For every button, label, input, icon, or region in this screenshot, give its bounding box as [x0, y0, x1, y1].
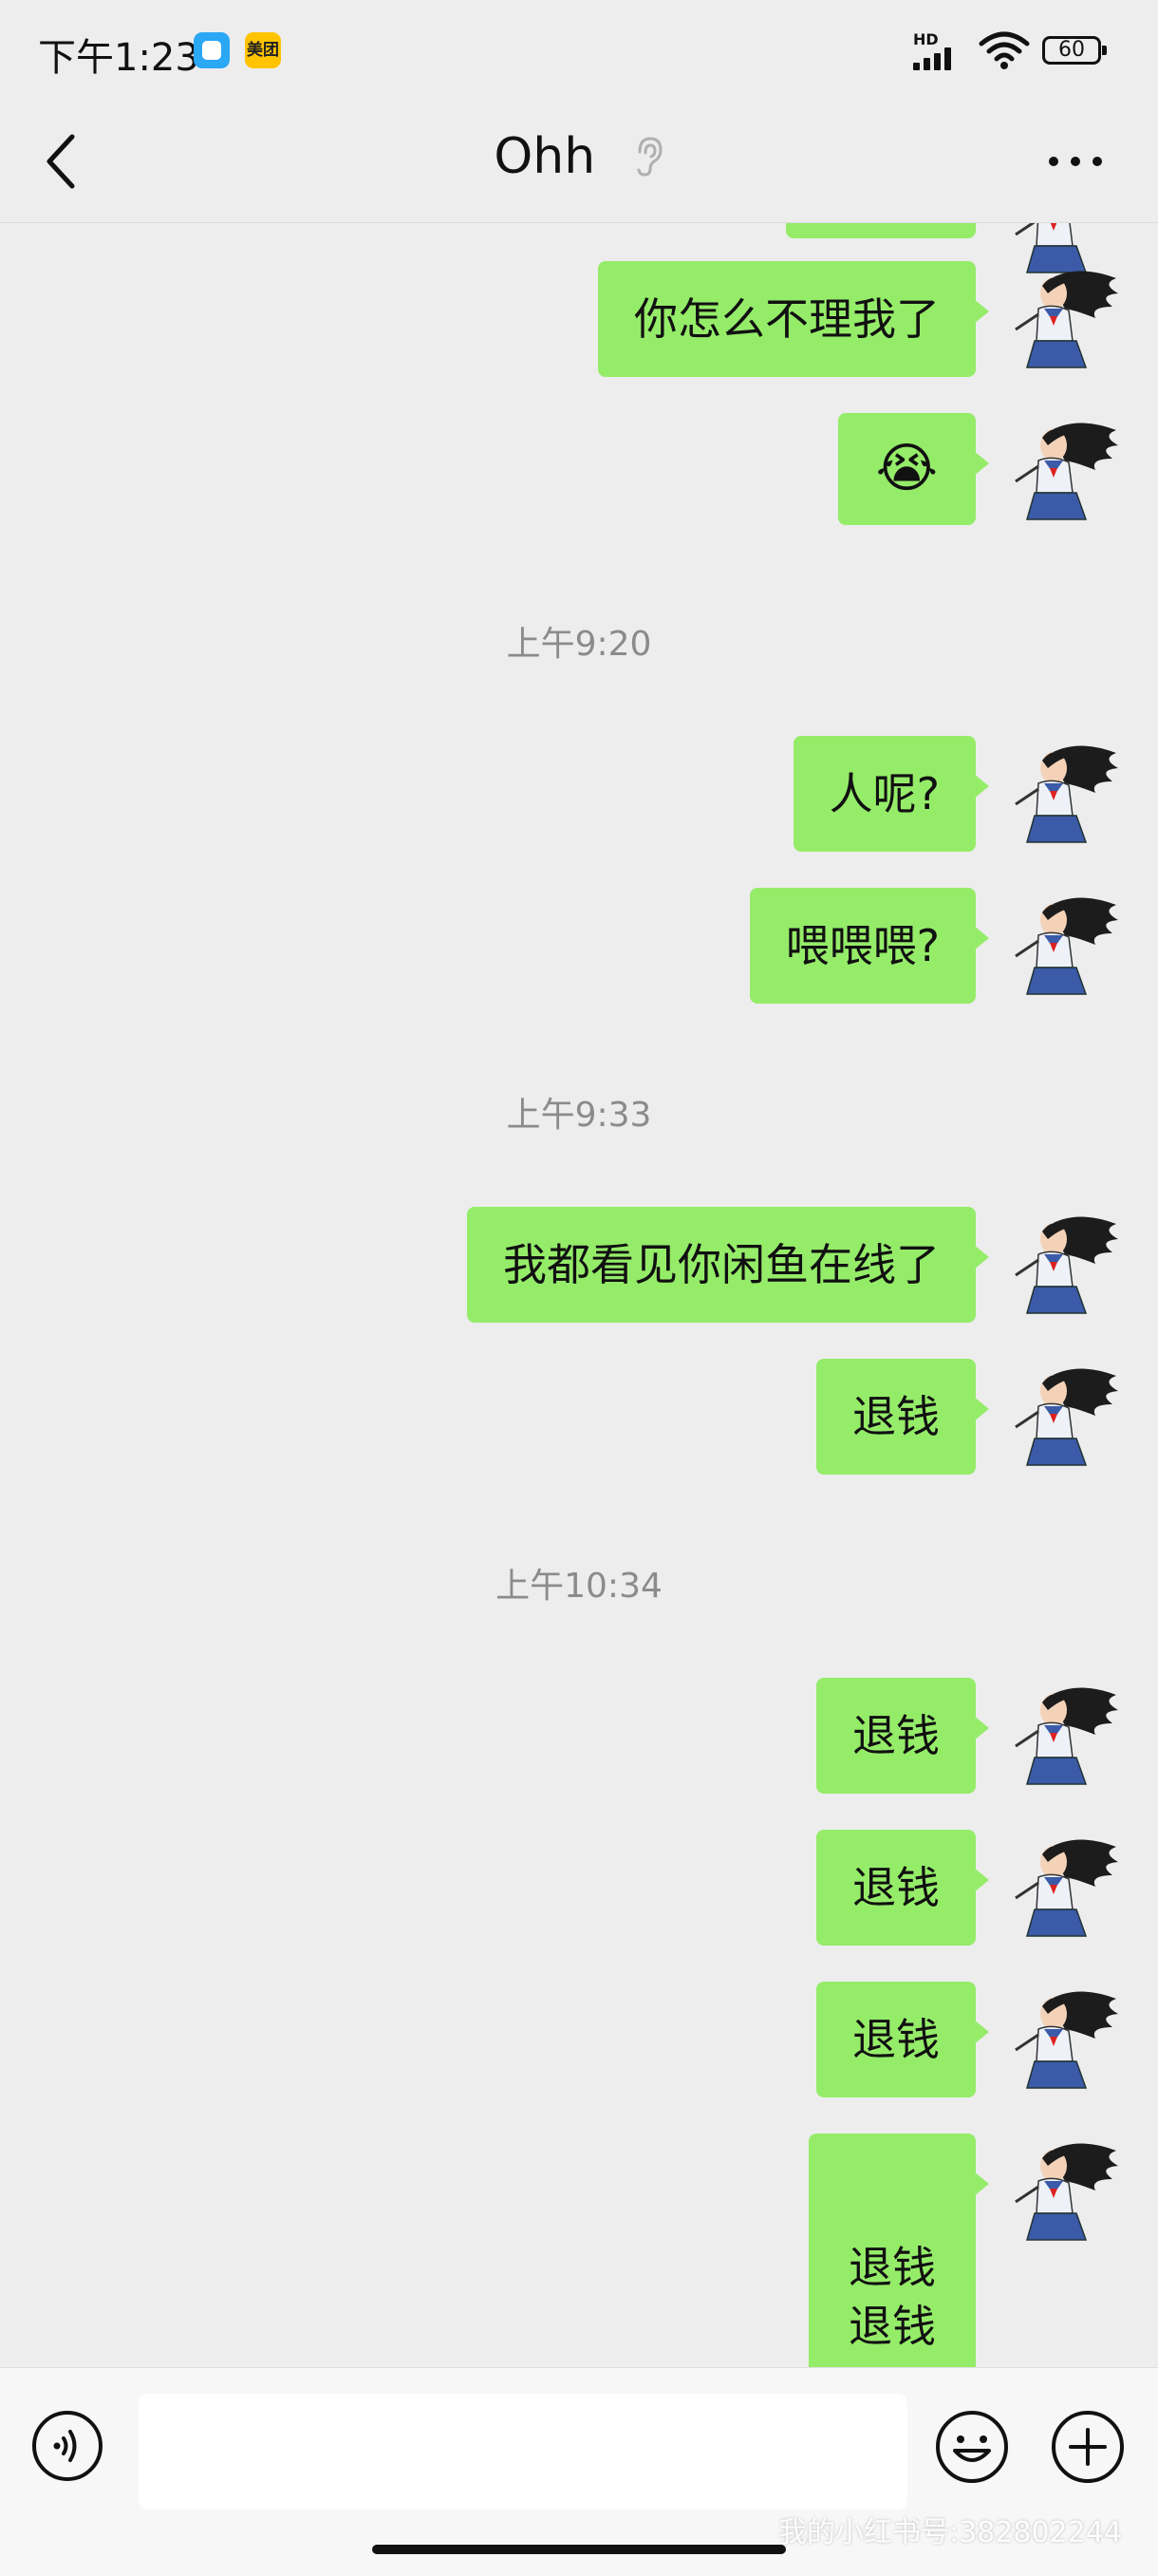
chat-title-container: Ohh	[0, 125, 1158, 185]
message-bubble-partial	[786, 223, 976, 238]
message-bubble[interactable]: 喂喂喂?	[749, 888, 990, 1004]
message-row: 😭	[0, 413, 1158, 536]
message-bubble[interactable]: 退钱	[816, 1359, 989, 1475]
user-avatar[interactable]	[1010, 261, 1124, 375]
emoji-message-bubble[interactable]: 😭	[837, 413, 990, 525]
user-avatar[interactable]	[1010, 1678, 1124, 1792]
more-functions-icon[interactable]	[1050, 2409, 1126, 2485]
user-avatar[interactable]	[1010, 1207, 1124, 1321]
message-bubble[interactable]: 退钱	[816, 1982, 989, 2097]
user-avatar[interactable]	[1010, 1830, 1124, 1944]
message-line: 退钱	[849, 2301, 936, 2352]
message-input[interactable]	[139, 2394, 907, 2510]
message-bubble[interactable]: 我都看见你闲鱼在线了	[467, 1207, 989, 1323]
message-row: 喂喂喂?	[0, 888, 1158, 1011]
earpiece-mode-icon	[637, 137, 663, 177]
hd-indicator: HD	[913, 30, 939, 48]
message-bubble[interactable]: 你怎么不理我了	[598, 261, 989, 377]
user-avatar[interactable]	[1010, 1359, 1124, 1473]
wifi-icon	[979, 31, 1030, 69]
message-row: 我都看见你闲鱼在线了	[0, 1207, 1158, 1330]
chat-message-list[interactable]: 你怎么不理我了 😭 上午9:20 人呢? 喂喂喂? 上午9:33 我都看见你闲鱼…	[0, 223, 1158, 2367]
home-indicator[interactable]	[372, 2545, 786, 2554]
more-options-icon[interactable]	[1042, 142, 1109, 180]
user-avatar[interactable]	[1010, 413, 1124, 527]
status-bar: 下午1:23 美团 HD 60	[0, 0, 1158, 104]
message-bubble[interactable]: 人呢?	[793, 736, 990, 852]
timestamp: 上午10:34	[495, 1567, 663, 1606]
message-row: 退钱 退钱	[0, 2134, 1158, 2367]
message-line: 退钱	[849, 2242, 936, 2293]
meituan-app-icon: 美团	[245, 32, 281, 68]
user-avatar[interactable]	[1010, 2134, 1124, 2247]
message-row: 退钱	[0, 1830, 1158, 1953]
message-row: 退钱	[0, 1359, 1158, 1482]
user-avatar[interactable]	[1010, 1982, 1124, 2096]
message-row: 人呢?	[0, 736, 1158, 859]
user-avatar[interactable]	[1010, 736, 1124, 850]
watermark: 我的小红书号:382802244	[778, 2516, 1122, 2549]
chat-header: Ohh	[0, 104, 1158, 223]
signal-icon	[913, 47, 970, 70]
message-bubble[interactable]: 退钱	[816, 1830, 989, 1946]
message-bubble-multiline[interactable]: 退钱 退钱	[809, 2134, 989, 2367]
message-row: 你怎么不理我了	[0, 261, 1158, 385]
timestamp: 上午9:33	[506, 1096, 652, 1135]
battery-icon: 60	[1042, 36, 1107, 65]
notification-app-icon	[194, 32, 230, 68]
status-time: 下午1:23	[38, 36, 199, 80]
message-row: 退钱	[0, 1678, 1158, 1801]
chat-title: Ohh	[494, 128, 596, 185]
user-avatar[interactable]	[1010, 888, 1124, 1002]
voice-input-icon[interactable]	[30, 2409, 104, 2483]
message-row: 退钱	[0, 1982, 1158, 2105]
loudly-crying-face-icon: 😭	[875, 438, 938, 499]
timestamp: 上午9:20	[506, 625, 652, 664]
emoji-icon[interactable]	[934, 2409, 1010, 2485]
message-bubble[interactable]: 退钱	[816, 1678, 989, 1794]
